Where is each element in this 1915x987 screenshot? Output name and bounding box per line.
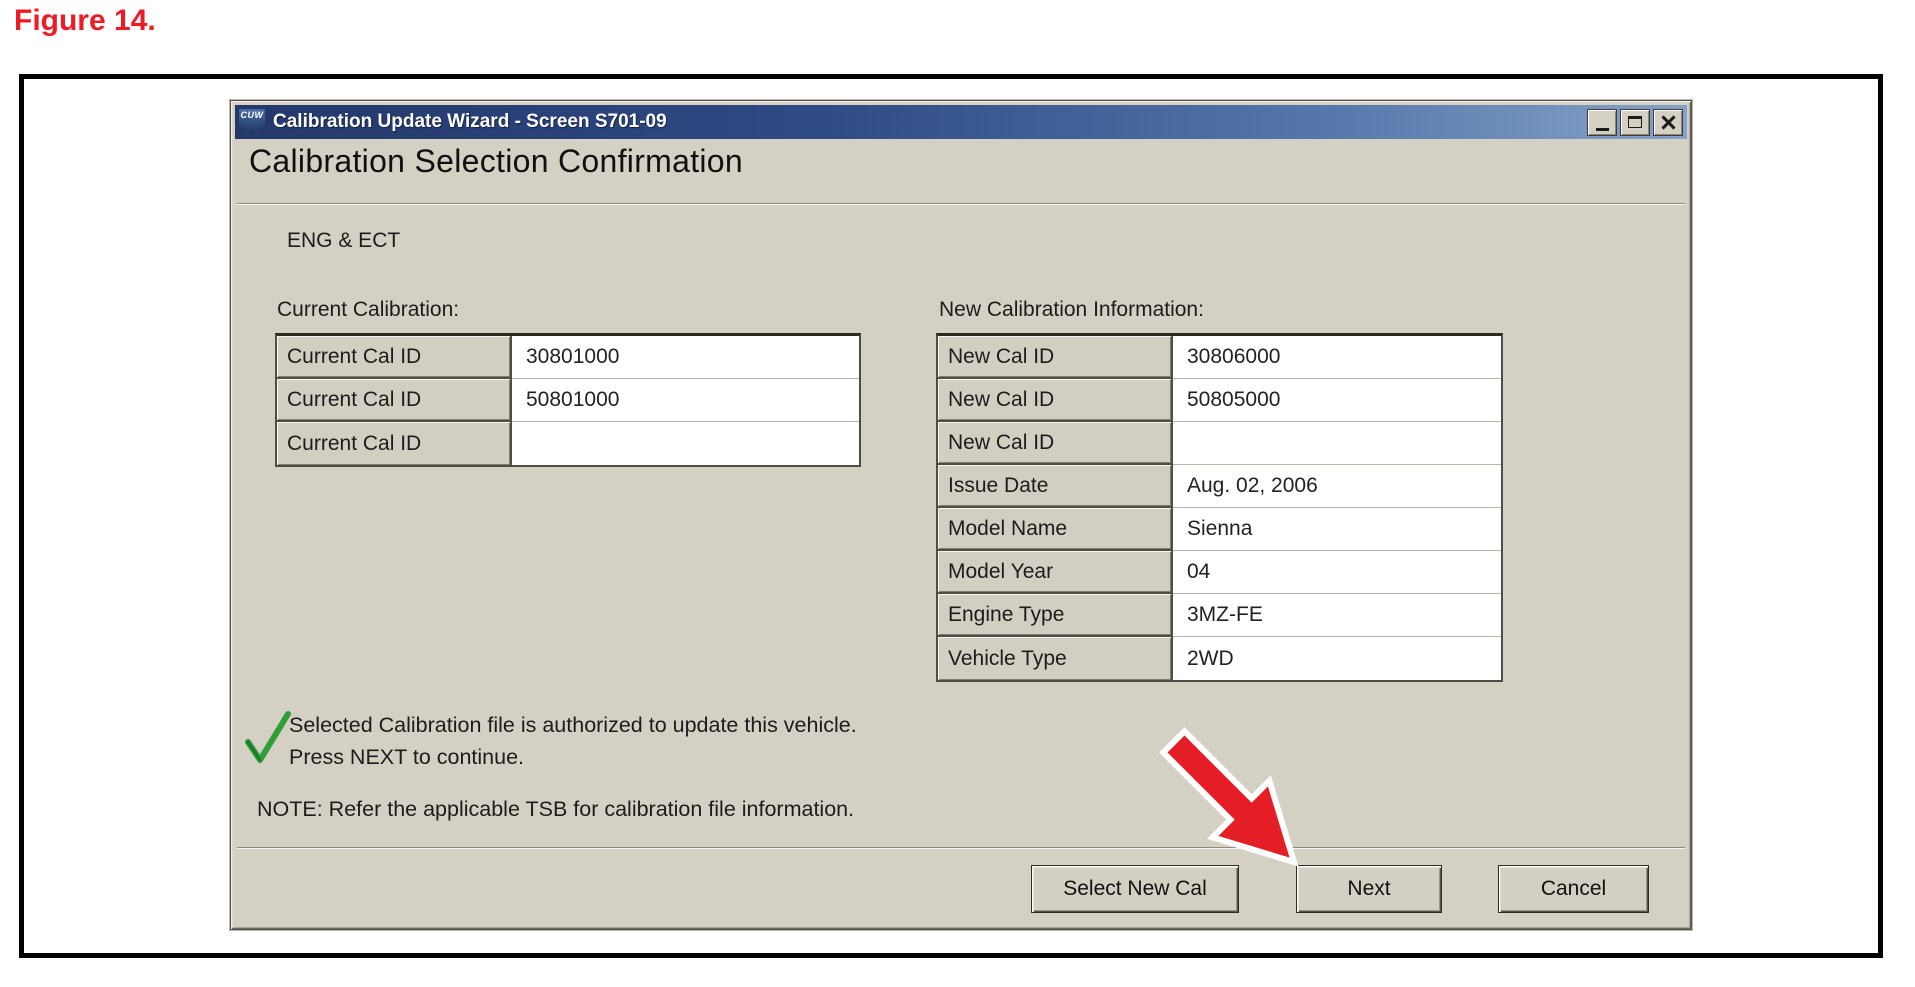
table-row: New Cal ID 50805000 bbox=[938, 379, 1501, 422]
ecu-type-label: ENG & ECT bbox=[287, 229, 400, 253]
close-icon bbox=[1661, 115, 1676, 130]
row-value-cell: 30806000 bbox=[1173, 336, 1501, 379]
row-value-cell: 04 bbox=[1173, 551, 1501, 594]
table-row: Issue Date Aug. 02, 2006 bbox=[938, 465, 1501, 508]
window-controls bbox=[1587, 109, 1683, 136]
row-label-cell: New Cal ID bbox=[938, 422, 1173, 465]
row-value-cell bbox=[1173, 422, 1501, 465]
row-value-cell: Sienna bbox=[1173, 508, 1501, 551]
table-row: Vehicle Type 2WD bbox=[938, 637, 1501, 680]
cancel-button[interactable]: Cancel bbox=[1498, 865, 1649, 913]
row-label-cell: Current Cal ID bbox=[277, 422, 512, 465]
row-label-cell: Current Cal ID bbox=[277, 336, 512, 379]
row-value-cell: 3MZ-FE bbox=[1173, 594, 1501, 637]
figure-label: Figure 14. bbox=[14, 4, 156, 38]
note-text: NOTE: Refer the applicable TSB for calib… bbox=[257, 797, 854, 822]
table-row: Current Cal ID 50801000 bbox=[277, 379, 859, 422]
close-button[interactable] bbox=[1653, 109, 1683, 136]
table-row: Current Cal ID 30801000 bbox=[277, 336, 859, 379]
select-new-cal-button[interactable]: Select New Cal bbox=[1031, 865, 1239, 913]
maximize-icon bbox=[1628, 116, 1642, 128]
green-checkmark-icon bbox=[243, 709, 293, 765]
row-label-cell: New Cal ID bbox=[938, 379, 1173, 422]
status-message-line2: Press NEXT to continue. bbox=[289, 745, 524, 770]
row-label-cell: Engine Type bbox=[938, 594, 1173, 637]
row-label-cell: Model Name bbox=[938, 508, 1173, 551]
cuw-logo-icon: CUW bbox=[239, 109, 265, 135]
row-value-cell bbox=[512, 422, 859, 465]
current-calibration-label: Current Calibration: bbox=[277, 298, 459, 322]
new-calibration-label: New Calibration Information: bbox=[939, 298, 1204, 322]
row-label-cell: Issue Date bbox=[938, 465, 1173, 508]
button-row-divider bbox=[237, 847, 1685, 849]
status-message-line1: Selected Calibration file is authorized … bbox=[289, 713, 857, 738]
window-title: Calibration Update Wizard - Screen S701-… bbox=[273, 111, 667, 133]
new-calibration-table: New Cal ID 30806000 New Cal ID 50805000 … bbox=[936, 333, 1503, 682]
table-row: New Cal ID 30806000 bbox=[938, 336, 1501, 379]
row-label-cell: New Cal ID bbox=[938, 336, 1173, 379]
screen-heading: Calibration Selection Confirmation bbox=[249, 143, 743, 180]
table-row: New Cal ID bbox=[938, 422, 1501, 465]
next-button[interactable]: Next bbox=[1296, 865, 1442, 913]
row-value-cell: 2WD bbox=[1173, 637, 1501, 680]
table-row: Engine Type 3MZ-FE bbox=[938, 594, 1501, 637]
cuw-logo-text: CUW bbox=[241, 109, 264, 122]
row-value-cell: 30801000 bbox=[512, 336, 859, 379]
row-label-cell: Vehicle Type bbox=[938, 637, 1173, 680]
row-value-cell: 50801000 bbox=[512, 379, 859, 422]
row-value-cell: Aug. 02, 2006 bbox=[1173, 465, 1501, 508]
title-bar[interactable]: CUW Calibration Update Wizard - Screen S… bbox=[235, 105, 1687, 139]
maximize-button[interactable] bbox=[1620, 109, 1650, 136]
minimize-button[interactable] bbox=[1587, 109, 1617, 136]
row-label-cell: Model Year bbox=[938, 551, 1173, 594]
calibration-update-wizard-window: CUW Calibration Update Wizard - Screen S… bbox=[230, 100, 1692, 930]
row-label-cell: Current Cal ID bbox=[277, 379, 512, 422]
minimize-icon bbox=[1596, 128, 1609, 131]
table-row: Model Name Sienna bbox=[938, 508, 1501, 551]
table-row: Current Cal ID bbox=[277, 422, 859, 465]
row-value-cell: 50805000 bbox=[1173, 379, 1501, 422]
current-calibration-table: Current Cal ID 30801000 Current Cal ID 5… bbox=[275, 333, 861, 467]
table-row: Model Year 04 bbox=[938, 551, 1501, 594]
heading-divider bbox=[237, 203, 1685, 205]
document-page: Figure 14. CUW Calibration Update Wizard… bbox=[0, 0, 1915, 987]
